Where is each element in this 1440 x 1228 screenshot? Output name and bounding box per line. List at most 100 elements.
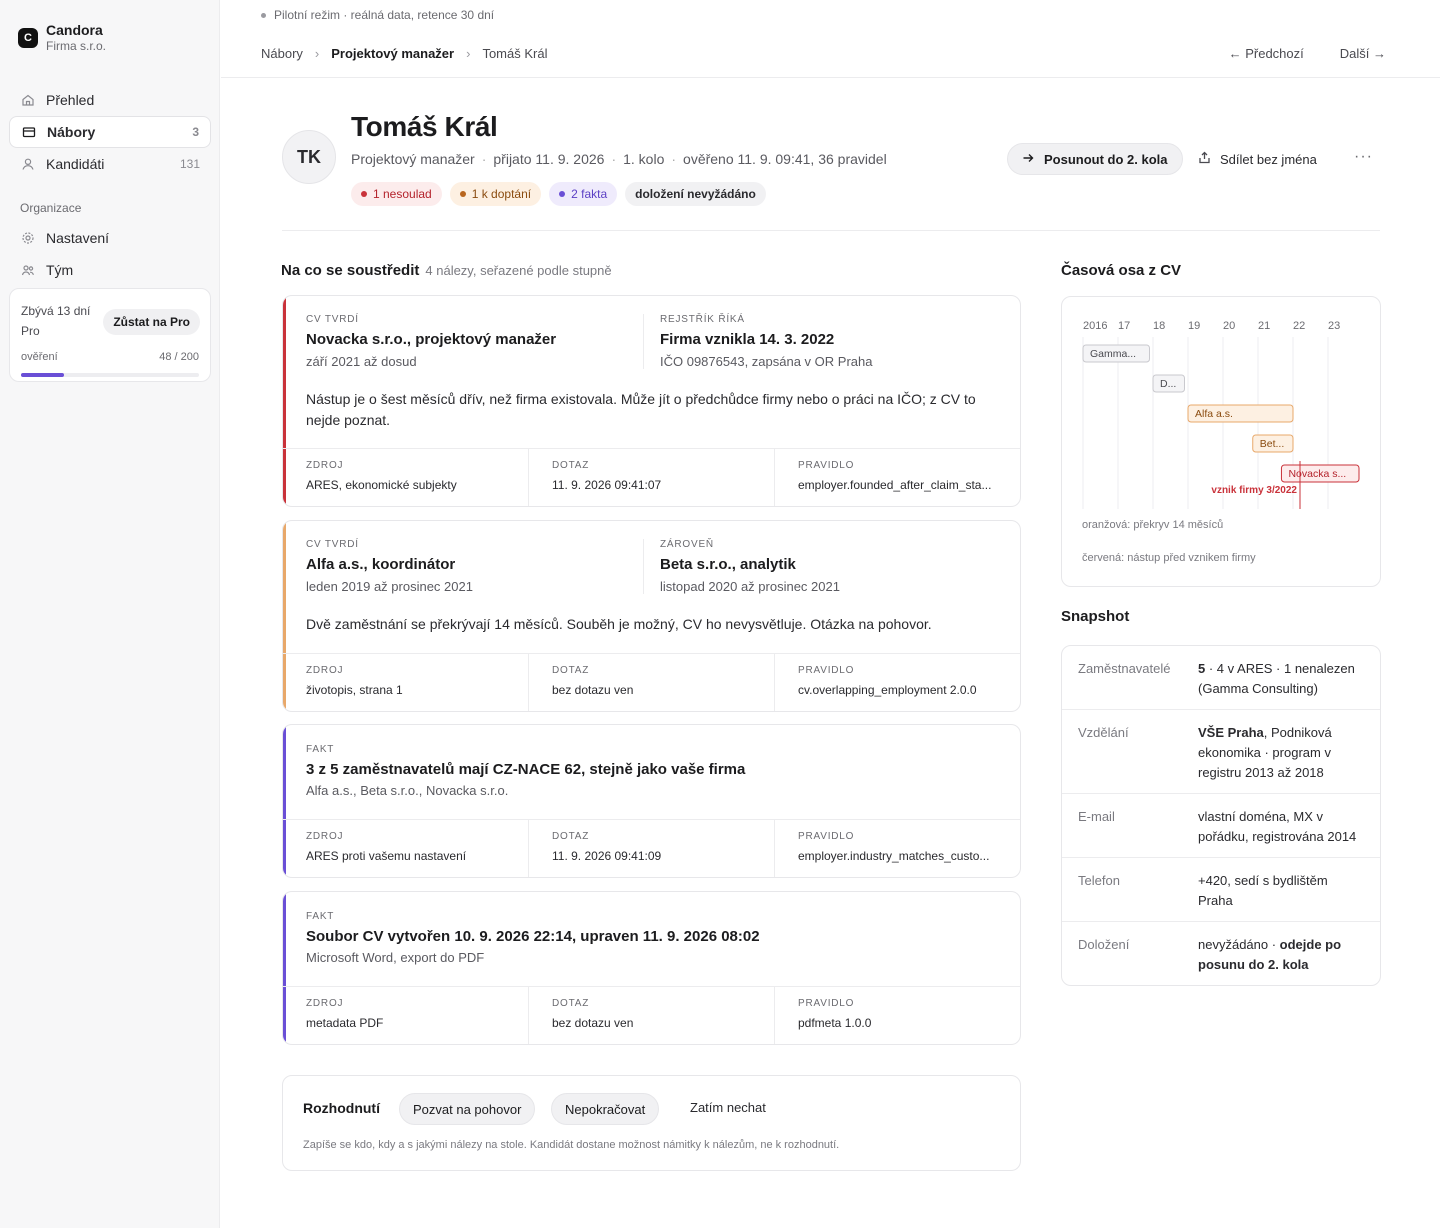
timeline-bar-label: Bet... (1260, 438, 1285, 450)
finding-card[interactable]: CV tvrdí Novacka s.r.o., projektový mana… (282, 295, 1021, 507)
candidate-name: Tomáš Král (351, 111, 498, 142)
timeline-year-label: 19 (1188, 320, 1200, 332)
breadcrumb-item[interactable]: Projektový manažer (331, 46, 454, 61)
timeline-year-label: 23 (1328, 320, 1340, 332)
more-options-icon[interactable]: ··· (1354, 148, 1373, 166)
fact-card[interactable]: Fakt Soubor CV vytvořen 10. 9. 2026 22:1… (282, 891, 1021, 1045)
briefcase-icon (21, 125, 36, 140)
advance-round-button[interactable]: Posunout do 2. kola (1007, 143, 1183, 175)
brand[interactable]: C Candora Firma s.r.o. (18, 22, 106, 54)
avatar: TK (282, 130, 336, 184)
candidate-round: 1. kolo (623, 151, 665, 167)
brand-name: Candora (46, 22, 103, 38)
next-candidate-link[interactable]: Další → (1340, 46, 1386, 61)
sidebar-item-label: Nábory (47, 124, 96, 140)
candidate-position: Projektový manažer (351, 151, 475, 167)
keep-for-now-button[interactable]: Zatím nechat (690, 1100, 766, 1115)
divider (221, 77, 1440, 78)
sidebar-item-label: Kandidáti (46, 156, 105, 172)
finding-kicker: Zároveň (660, 539, 714, 550)
finding-kicker: Rejstřík říká (660, 314, 745, 325)
chevron-right-icon: › (314, 46, 320, 61)
finding-claim-sub: září 2021 až dosud (306, 354, 417, 369)
timeline-bar-label: D... (1160, 378, 1176, 390)
finding-registry-sub: IČO 09876543, zapsána v OR Praha (660, 354, 873, 369)
decision-heading: Rozhodnutí (303, 1100, 380, 1116)
timeline-bar-label: Gamma... (1090, 348, 1136, 360)
finding-rule[interactable]: pdfmeta 1.0.0 (798, 1016, 1000, 1030)
finding-footer: Zdroj metadata PDF Dotaz bez dotazu ven Pr… (283, 986, 1020, 1044)
finding-source: ARES, ekonomické subjekty (306, 478, 457, 492)
fact-sub: Alfa a.s., Beta s.r.o., Novacka s.r.o. (306, 783, 509, 798)
candidate-pager: ← Předchozí Další → (1229, 46, 1386, 61)
pilot-mode-text: Pilotní režim · reálná data, retence 30 … (274, 8, 495, 22)
finding-description: Dvě zaměstnání se překrývají 14 měsíců. … (306, 616, 932, 632)
sidebar-item-label: Nastavení (46, 230, 110, 246)
snapshot-row-education: Vzdělání VŠE Praha, Podniková ekonomika … (1062, 710, 1380, 794)
finding-tags: 1 nesoulad 1 k doptání 2 fakta doložení … (351, 182, 766, 206)
focus-subtitle: 4 nálezy, seřazené podle stupně (425, 263, 612, 278)
finding-footer: Zdroj ARES proti vašemu nastavení Dotaz 11… (283, 819, 1020, 877)
sidebar-item-label: Přehled (46, 92, 95, 108)
timeline-bar-label: Alfa a.s. (1195, 408, 1233, 420)
finding-query: bez dotazu ven (552, 1016, 634, 1030)
proof-tag[interactable]: doložení nevyžádáno (625, 182, 766, 206)
invite-interview-button[interactable]: Pozvat na pohovor (399, 1093, 536, 1125)
brand-logo: C (18, 28, 38, 48)
finding-rule[interactable]: employer.industry_matches_custo... (798, 849, 1000, 863)
finding-query: bez dotazu ven (552, 683, 634, 697)
fact-title: Soubor CV vytvořen 10. 9. 2026 22:14, up… (306, 928, 760, 945)
finding-card[interactable]: CV tvrdí Alfa a.s., koordinátor leden 20… (282, 520, 1021, 712)
fact-card[interactable]: Fakt 3 z 5 zaměstnavatelů mají CZ-NACE 6… (282, 724, 1021, 878)
sidebar-item-team[interactable]: Tým (9, 254, 211, 286)
sidebar-item-settings[interactable]: Nastavení (9, 222, 211, 254)
decision-panel: Rozhodnutí Pozvat na pohovor Nepokračova… (282, 1075, 1021, 1171)
candidate-verified: ověřeno 11. 9. 09:41, 36 pravidel (683, 151, 887, 167)
followup-tag[interactable]: 1 k doptání (449, 182, 542, 206)
focus-heading: Na co se soustředit 4 nálezy, seřazené po… (281, 262, 612, 279)
snapshot-row-email: E-mail vlastní doména, MX v pořádku, reg… (1062, 794, 1380, 858)
share-anonymous-button[interactable]: Sdílet bez jména (1198, 143, 1317, 175)
finding-footer: Zdroj ARES, ekonomické subjekty Dotaz 11. … (283, 448, 1020, 506)
snapshot-row-phone: Telefon +420, sedí s bydlištěm Praha (1062, 858, 1380, 922)
timeline-year-label: 21 (1258, 320, 1270, 332)
timeline-legend-conflict: červená: nástup před vznikem firmy (1082, 552, 1256, 564)
sidebar-item-label: Tým (46, 262, 74, 278)
stay-on-pro-button[interactable]: Zůstat na Pro (103, 309, 200, 335)
chevron-right-icon: › (466, 46, 471, 61)
founding-marker-label: vznik firmy 3/2022 (1211, 485, 1297, 496)
finding-rule[interactable]: employer.founded_after_claim_sta... (798, 478, 1000, 492)
sidebar-item-hiring[interactable]: Nábory 3 (9, 116, 211, 148)
team-icon (20, 263, 35, 278)
snapshot-row-employers: Zaměstnavatelé 5 · 4 v ARES · 1 nenaleze… (1062, 646, 1380, 710)
status-dot-icon (261, 12, 266, 18)
mismatch-tag[interactable]: 1 nesoulad (351, 182, 442, 206)
home-icon (20, 93, 35, 108)
finding-rule[interactable]: cv.overlapping_employment 2.0.0 (798, 683, 1000, 697)
cv-timeline: 2016 17 18 19 20 21 22 23 Gamma... D... Alfa a.s. B… (1061, 296, 1381, 587)
fact-sub: Microsoft Word, export do PDF (306, 950, 485, 965)
decision-note: Zapíše se kdo, kdy a s jakými nálezy na … (303, 1139, 840, 1151)
pilot-mode-banner: Pilotní režim · reálná data, retence 30 … (261, 8, 494, 22)
sidebar-item-count: 131 (179, 157, 200, 171)
previous-candidate-link[interactable]: ← Předchozí (1229, 46, 1304, 61)
finding-overlap-sub: listopad 2020 až prosinec 2021 (660, 579, 840, 594)
divider (282, 230, 1380, 231)
finding-source: ARES proti vašemu nastavení (306, 849, 467, 863)
finding-claim-sub: leden 2019 až prosinec 2021 (306, 579, 473, 594)
arrow-right-icon (1022, 152, 1034, 167)
sidebar: C Candora Firma s.r.o. Přehled Nábory 3 … (0, 0, 220, 1228)
breadcrumb-item[interactable]: Nábory (261, 46, 303, 61)
breadcrumb-current: Tomáš Král (482, 46, 548, 61)
timeline-year-label: 20 (1223, 320, 1235, 332)
reject-button[interactable]: Nepokračovat (551, 1093, 660, 1125)
sidebar-item-overview[interactable]: Přehled (9, 84, 211, 116)
finding-kicker: CV tvrdí (306, 539, 359, 550)
candidate-meta: Projektový manažer · přijato 11. 9. 2026 · 1… (351, 151, 887, 167)
timeline-year-label: 17 (1118, 320, 1130, 332)
finding-overlap-title: Beta s.r.o., analytik (660, 556, 796, 573)
candidate-received: přijato 11. 9. 2026 (493, 151, 605, 167)
facts-tag[interactable]: 2 fakta (549, 182, 618, 206)
sidebar-item-candidates[interactable]: Kandidáti 131 (9, 148, 211, 180)
finding-claim-title: Alfa a.s., koordinátor (306, 556, 456, 573)
